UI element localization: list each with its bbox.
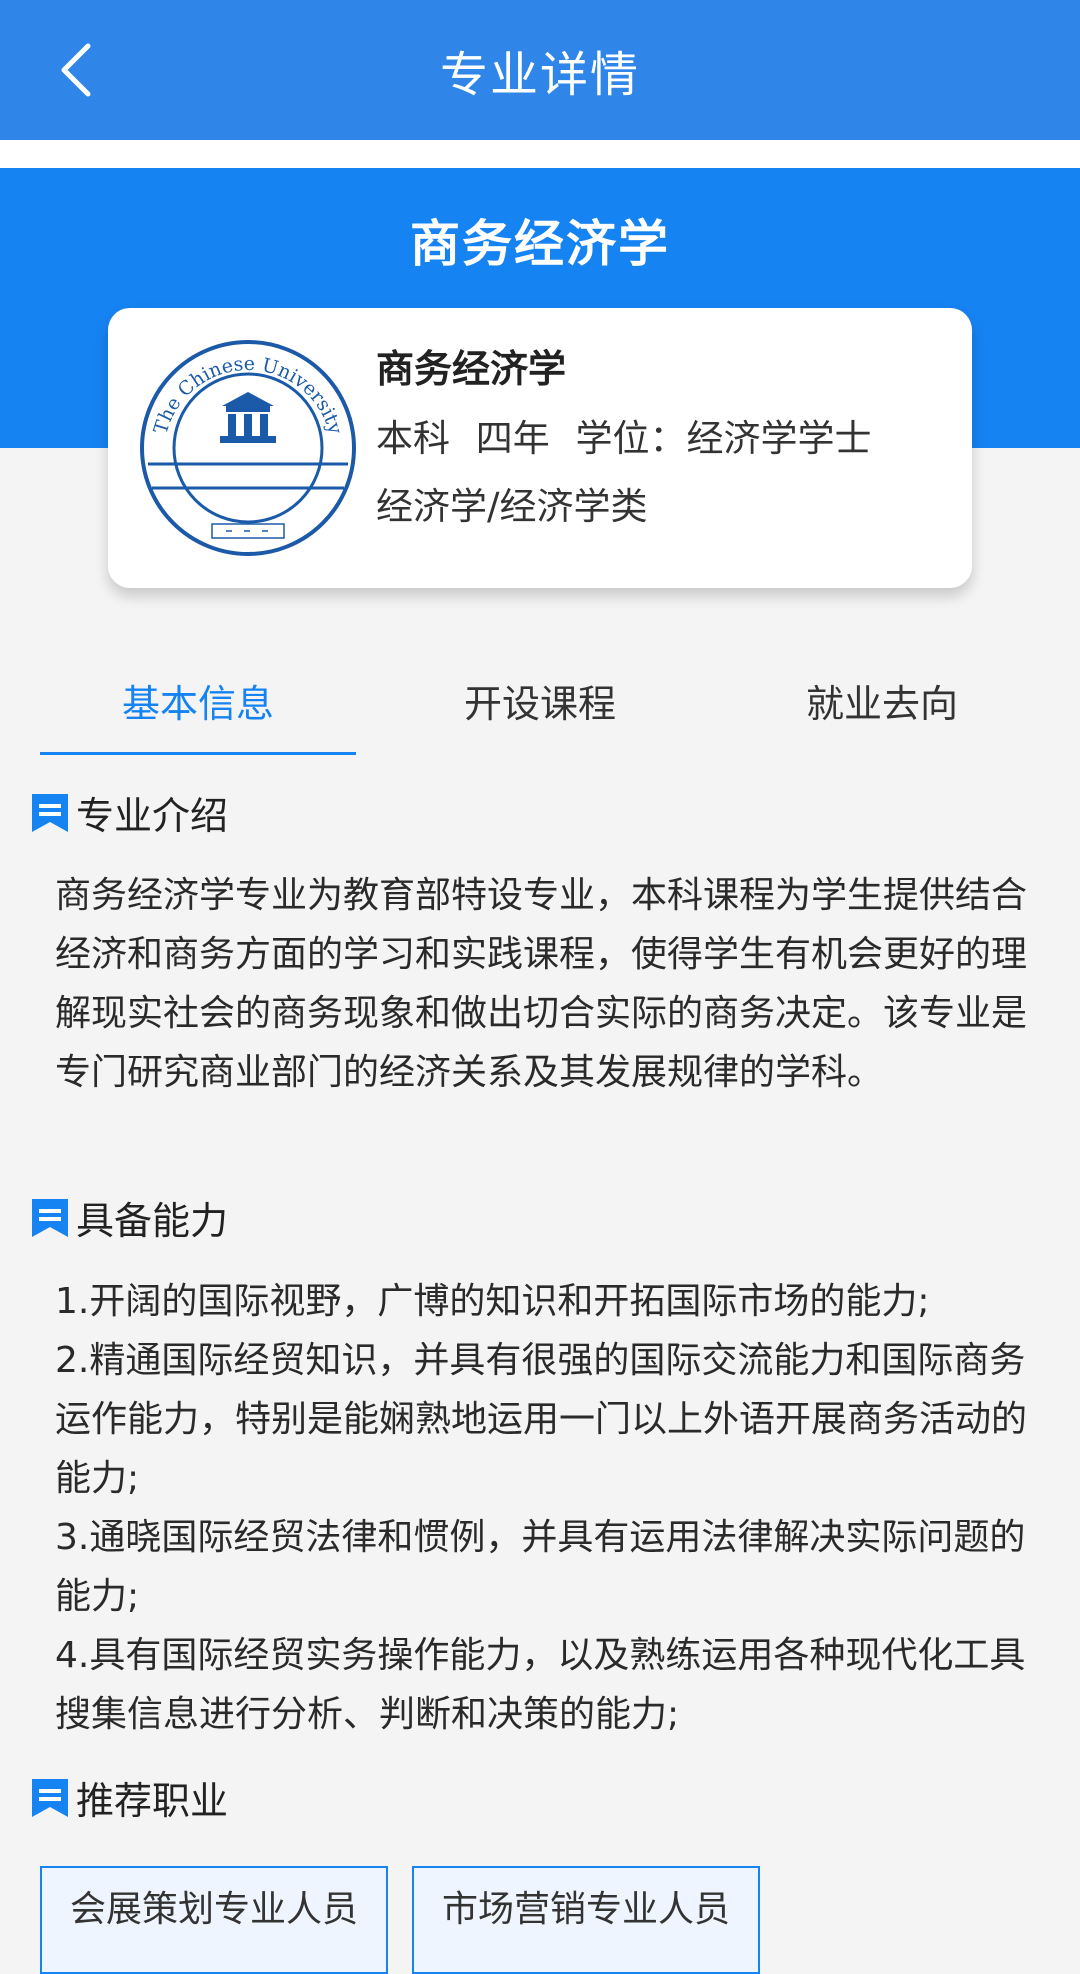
major-meta: 本科 四年 学位：经济学学士 bbox=[376, 408, 886, 462]
career-tags: 会展策划专业人员 市场营销专业人员 bbox=[40, 1866, 784, 1974]
header-divider bbox=[0, 140, 1080, 168]
list-item: 3.通晓国际经贸法律和惯例，并具有运用法律解决实际问题的能力; bbox=[55, 1517, 1026, 1617]
career-tag[interactable]: 会展策划专业人员 bbox=[40, 1866, 389, 1974]
list-item: 2.精通国际经贸知识，并具有很强的国际交流能力和国际商务运作能力，特别是能娴熟地… bbox=[55, 1340, 1028, 1499]
page-title: 专业详情 bbox=[439, 47, 640, 103]
university-logo: The Chinese University bbox=[134, 334, 362, 562]
chevron-left-icon bbox=[61, 43, 91, 97]
major-degree: 学位：经济学学士 bbox=[575, 417, 872, 460]
section-title: 具备能力 bbox=[76, 1199, 229, 1243]
tab-active-indicator bbox=[40, 752, 356, 755]
tab-courses[interactable]: 开设课程 bbox=[380, 650, 700, 750]
major-duration: 四年 bbox=[475, 417, 550, 460]
major-level: 本科 bbox=[376, 417, 450, 460]
section-heading-intro: 专业介绍 bbox=[30, 785, 228, 840]
top-bar: 专业详情 bbox=[0, 0, 1080, 140]
bookmark-icon bbox=[32, 793, 68, 832]
major-name: 商务经济学 bbox=[376, 347, 567, 391]
list-item: 4.具有国际经贸实务操作能力，以及熟练运用各种现代化工具搜集信息进行分析、判断和… bbox=[55, 1635, 1026, 1735]
career-tag[interactable]: 市场营销专业人员 bbox=[412, 1866, 761, 1974]
tab-employment[interactable]: 就业去向 bbox=[722, 650, 1042, 750]
bookmark-icon bbox=[32, 1778, 68, 1817]
major-info-card: The Chinese University 商务经济学 本科 四年 学位：经济… bbox=[108, 308, 972, 588]
section-title: 推荐职业 bbox=[76, 1779, 229, 1823]
bookmark-icon bbox=[32, 1198, 68, 1237]
intro-text: 商务经济学专业为教育部特设专业，本科课程为学生提供结合经济和商务方面的学习和实践… bbox=[55, 875, 1028, 1093]
abilities-list: 1.开阔的国际视野，广博的知识和开拓国际市场的能力; 2.精通国际经贸知识，并具… bbox=[55, 1272, 1035, 1744]
major-category: 经济学/经济学类 bbox=[376, 485, 648, 528]
hero-title: 商务经济学 bbox=[410, 215, 670, 273]
section-heading-abilities: 具备能力 bbox=[30, 1190, 228, 1245]
back-button[interactable] bbox=[46, 40, 106, 100]
tab-bar: 基本信息 开设课程 就业去向 bbox=[0, 650, 1080, 760]
list-item: 1.开阔的国际视野，广博的知识和开拓国际市场的能力; bbox=[55, 1281, 930, 1322]
tab-basic-info[interactable]: 基本信息 bbox=[38, 650, 358, 750]
section-title: 专业介绍 bbox=[76, 794, 229, 838]
section-heading-careers: 推荐职业 bbox=[30, 1770, 228, 1825]
